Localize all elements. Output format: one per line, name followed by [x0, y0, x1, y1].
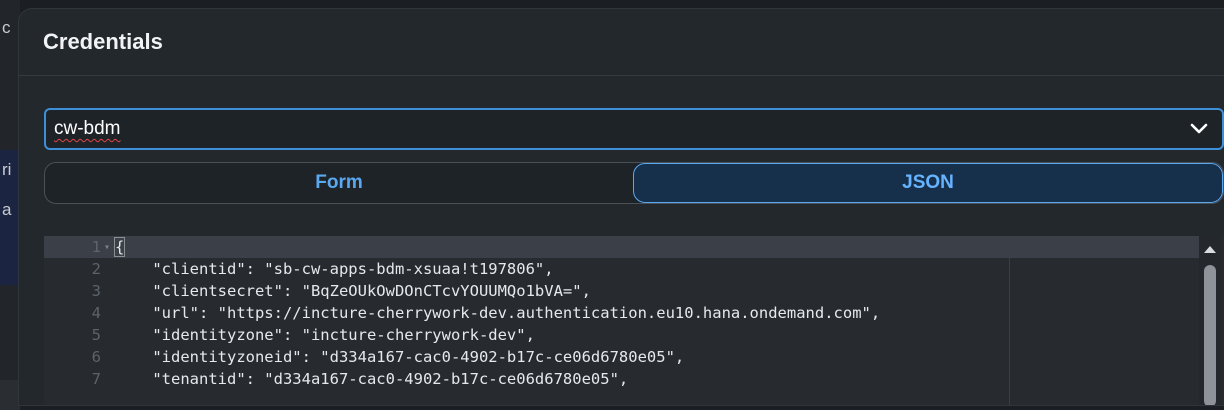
editor-line: 6 "identityzoneid": "d334a167-cac0-4902-…	[44, 346, 1204, 368]
editor-line: 2 "clientid": "sb-cw-apps-bdm-xsuaa!t197…	[44, 258, 1204, 280]
line-code: "clientsecret": "BqZeOUkOwDOnCTcvYOUUMQo…	[115, 282, 591, 300]
chevron-down-icon[interactable]	[1188, 118, 1210, 140]
line-number: 7	[91, 370, 101, 388]
credentials-dialog: Credentials cw-bdm Form JSON 1 ▾ { 2 "cl…	[18, 8, 1224, 406]
line-number: 1	[91, 238, 101, 256]
view-toggle: Form JSON	[44, 162, 1224, 204]
instance-select-value: cw-bdm	[54, 118, 121, 139]
line-number: 5	[91, 326, 101, 344]
background-footer	[0, 380, 20, 410]
instance-select[interactable]: cw-bdm	[44, 108, 1224, 150]
scroll-up-arrow-icon[interactable]	[1200, 239, 1220, 259]
json-editor[interactable]: 1 ▾ { 2 "clientid": "sb-cw-apps-bdm-xsua…	[44, 236, 1224, 405]
editor-line: 4 "url": "https://incture-cherrywork-dev…	[44, 302, 1204, 324]
line-code: {	[113, 237, 126, 257]
editor-line: 1 ▾ {	[44, 236, 1204, 258]
line-code: "identityzoneid": "d334a167-cac0-4902-b1…	[115, 348, 685, 366]
line-code: "url": "https://incture-cherrywork-dev.a…	[115, 304, 881, 322]
line-number: 2	[91, 260, 101, 278]
line-number: 4	[91, 304, 101, 322]
line-number: 3	[91, 282, 101, 300]
background-text-fragment: ri	[2, 160, 12, 179]
dialog-title: Credentials	[43, 29, 163, 54]
dialog-header: Credentials	[19, 9, 1224, 76]
toggle-form-button[interactable]: Form	[45, 163, 633, 203]
line-code: "tenantid": "d334a167-cac0-4902-b17c-ce0…	[115, 370, 629, 388]
toggle-json-button[interactable]: JSON	[633, 163, 1223, 203]
line-number: 6	[91, 348, 101, 366]
editor-line: 3 "clientsecret": "BqZeOUkOwDOnCTcvYOUUM…	[44, 280, 1204, 302]
line-code: "clientid": "sb-cw-apps-bdm-xsuaa!t19780…	[115, 260, 554, 278]
editor-line: 5 "identityzone": "incture-cherrywork-de…	[44, 324, 1204, 346]
background-text-fragment: a	[2, 200, 12, 219]
editor-scrollbar-thumb[interactable]	[1204, 265, 1216, 405]
editor-line: 7 "tenantid": "d334a167-cac0-4902-b17c-c…	[44, 368, 1204, 390]
background-text-fragment: c	[2, 18, 11, 37]
line-code: "identityzone": "incture-cherrywork-dev"…	[115, 326, 535, 344]
fold-toggle-icon[interactable]: ▾	[101, 242, 113, 253]
